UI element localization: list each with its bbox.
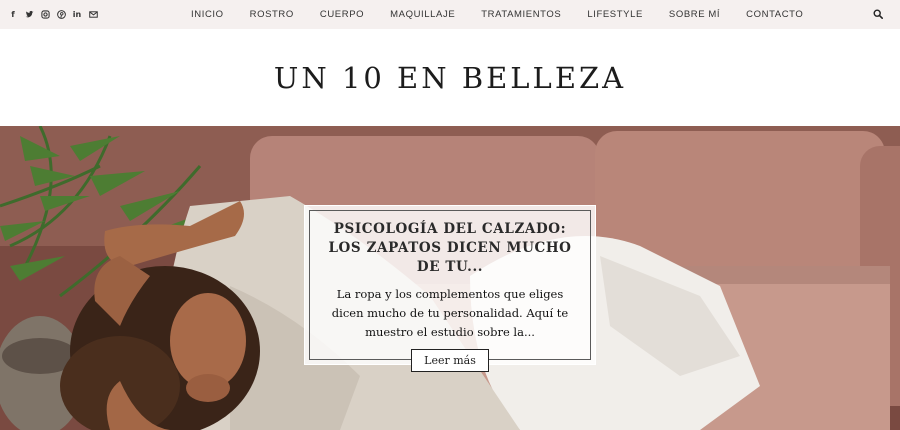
- nav-item-rostro[interactable]: ROSTRO: [237, 9, 307, 20]
- read-more-button[interactable]: Leer más: [411, 349, 489, 372]
- instagram-icon[interactable]: [40, 10, 50, 20]
- nav-item-maquillaje[interactable]: MAQUILLAJE: [377, 9, 468, 20]
- pinterest-icon[interactable]: [56, 10, 66, 20]
- nav-item-cuerpo[interactable]: CUERPO: [307, 9, 377, 20]
- featured-post-card: PSICOLOGÍA DEL CALZADO: LOS ZAPATOS DICE…: [304, 205, 596, 372]
- search-icon[interactable]: [873, 9, 883, 19]
- twitter-icon[interactable]: [24, 10, 34, 20]
- site-title[interactable]: UN 10 EN BELLEZA: [274, 61, 626, 95]
- nav-item-tratamientos[interactable]: TRATAMIENTOS: [468, 9, 574, 20]
- featured-slider: PSICOLOGÍA DEL CALZADO: LOS ZAPATOS DICE…: [0, 126, 900, 430]
- site-header: UN 10 EN BELLEZA: [0, 29, 900, 126]
- facebook-icon[interactable]: f: [8, 10, 18, 20]
- linkedin-icon[interactable]: in: [72, 10, 82, 20]
- top-bar: f in INICIO ROSTRO CUERPO MAQUILLAJE TRA…: [0, 0, 900, 29]
- email-icon[interactable]: [88, 10, 98, 20]
- social-links: f in: [8, 0, 98, 29]
- nav-item-contacto[interactable]: CONTACTO: [733, 9, 816, 20]
- nav-item-sobre-mi[interactable]: SOBRE MÍ: [656, 9, 733, 20]
- featured-post-frame: PSICOLOGÍA DEL CALZADO: LOS ZAPATOS DICE…: [309, 210, 591, 372]
- featured-post-title[interactable]: PSICOLOGÍA DEL CALZADO: LOS ZAPATOS DICE…: [322, 220, 578, 277]
- main-nav: INICIO ROSTRO CUERPO MAQUILLAJE TRATAMIE…: [178, 0, 816, 29]
- nav-item-lifestyle[interactable]: LIFESTYLE: [574, 9, 656, 20]
- featured-post-excerpt: La ropa y los complementos que eliges di…: [331, 287, 569, 339]
- nav-item-inicio[interactable]: INICIO: [178, 9, 237, 20]
